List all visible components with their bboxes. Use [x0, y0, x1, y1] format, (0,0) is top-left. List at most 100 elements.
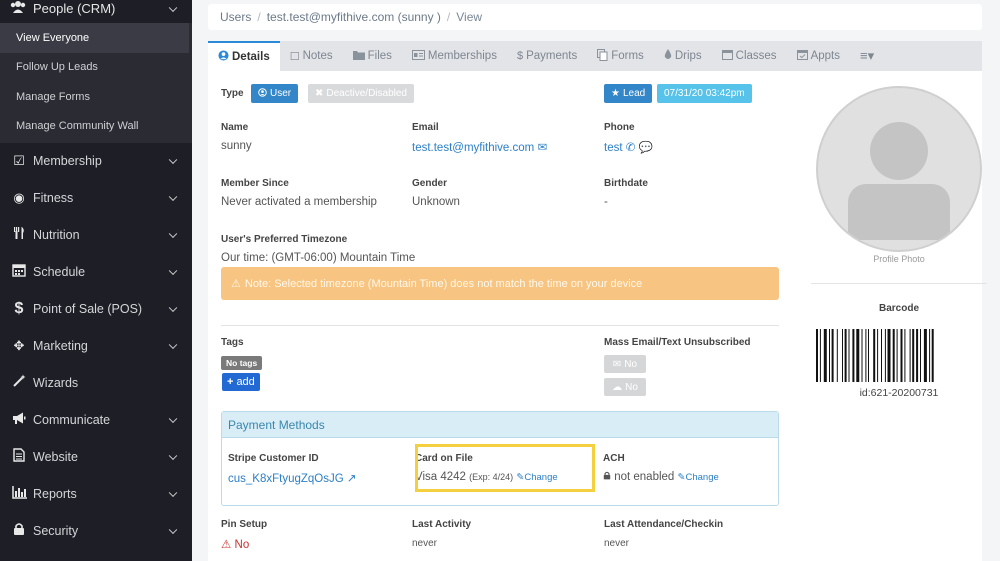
user-circle-icon: [258, 87, 267, 100]
chevron-down-icon: [168, 451, 178, 460]
megaphone-icon: [10, 411, 28, 428]
main-content: Users / test.test@myfithive.com (sunny )…: [192, 0, 1000, 561]
timezone-warning: ⚠ Note: Selected timezone (Mountain Time…: [221, 267, 779, 300]
add-tag-button[interactable]: + add: [222, 373, 260, 391]
tab-files[interactable]: Files: [343, 41, 402, 71]
people-icon: [10, 0, 28, 17]
ach-value: not enabled ✎Change: [603, 471, 719, 483]
sidebar-item-nutrition[interactable]: Nutrition: [0, 216, 192, 253]
close-icon: ✖: [315, 88, 324, 99]
sidebar-item-fitness[interactable]: ◉ Fitness: [0, 179, 192, 216]
name-label: Name: [221, 122, 249, 133]
tab-notes[interactable]: ☐ Notes: [280, 41, 343, 71]
breadcrumb-current: View: [456, 10, 483, 24]
sidebar-item-schedule[interactable]: Schedule: [0, 253, 192, 290]
sidebar-item-label: Schedule: [33, 264, 86, 279]
calendar-icon: [10, 263, 28, 280]
divider: [811, 283, 987, 284]
last-attendance-value: never: [604, 538, 630, 549]
arrows-icon: ✥: [13, 337, 25, 353]
avatar-head: [870, 122, 928, 180]
sidebar-item-label: Communicate: [33, 412, 111, 427]
sidebar-item-label: Nutrition: [33, 227, 80, 242]
note-icon: ☐: [289, 50, 300, 63]
sidebar-item-people-crm[interactable]: People (CRM): [0, 0, 192, 23]
calendar-check-icon: [796, 49, 808, 63]
breadcrumb-users[interactable]: Users: [220, 10, 251, 24]
external-link-icon: ↗: [346, 473, 357, 485]
chat-icon: 💬: [638, 142, 653, 154]
gender-value: Unknown: [412, 196, 460, 208]
sidebar-item-reports[interactable]: Reports: [0, 475, 192, 512]
sidebar-item-website[interactable]: Website: [0, 438, 192, 475]
last-activity-label: Last Activity: [412, 519, 472, 530]
sidebar-subitem-follow-up-leads[interactable]: Follow Up Leads: [0, 53, 192, 83]
deactivate-button[interactable]: ✖ Deactive/Disabled: [308, 84, 414, 103]
chat-icon: ☁: [612, 381, 623, 393]
tab-forms[interactable]: Forms: [587, 41, 654, 71]
dollar-icon: $: [516, 50, 524, 62]
user-type-button[interactable]: User: [251, 84, 299, 103]
menu-icon: ≡▾: [859, 48, 875, 63]
tab-details[interactable]: Details: [208, 41, 280, 71]
divider: [221, 325, 779, 326]
phone-icon: ✆: [625, 142, 636, 154]
type-label: Type: [221, 88, 244, 99]
tab-payments[interactable]: $ Payments: [507, 41, 587, 71]
chevron-down-icon: [168, 155, 178, 164]
breadcrumb-separator: /: [446, 10, 451, 24]
text-unsubscribe-button[interactable]: ☁ No: [604, 378, 646, 396]
tab-classes[interactable]: Classes: [712, 41, 787, 71]
sidebar-subitem-manage-community-wall[interactable]: Manage Community Wall: [0, 112, 192, 142]
stripe-id-label: Stripe Customer ID: [228, 453, 319, 464]
no-tags-badge: No tags: [221, 356, 263, 370]
tab-drips[interactable]: Drips: [654, 41, 712, 71]
user-circle-icon: [218, 50, 229, 64]
email-link[interactable]: test.test@myfithive.com ✉: [412, 140, 547, 154]
file-icon: [10, 448, 28, 465]
mass-unsubscribed-label: Mass Email/Text Unsubscribed: [604, 337, 751, 348]
member-since-label: Member Since: [221, 178, 289, 189]
chevron-down-icon: [168, 229, 178, 238]
sidebar-item-label: Marketing: [33, 338, 88, 353]
sidebar-item-point-of-sale[interactable]: $ Point of Sale (POS): [0, 290, 192, 327]
warning-icon: ⚠: [231, 278, 241, 290]
change-ach-link[interactable]: ✎Change: [678, 472, 719, 483]
card-highlight-box: [415, 444, 595, 492]
warning-icon: ⚠: [221, 539, 232, 551]
sidebar-subitem-manage-forms[interactable]: Manage Forms: [0, 82, 192, 112]
email-unsubscribe-button[interactable]: ✉ No: [604, 355, 646, 373]
chevron-down-icon: [168, 303, 178, 312]
plus-icon: +: [227, 376, 234, 388]
sidebar-item-marketing[interactable]: ✥ Marketing: [0, 327, 192, 364]
id-card-icon: [411, 49, 425, 63]
breadcrumb-user[interactable]: test.test@myfithive.com (sunny ): [267, 10, 441, 24]
sidebar-item-security[interactable]: Security: [0, 512, 192, 549]
tab-appts[interactable]: Appts: [787, 41, 850, 71]
sidebar-item-wizards[interactable]: Wizards: [0, 364, 192, 401]
profile-photo[interactable]: [816, 86, 982, 252]
sidebar-item-label: Fitness: [33, 190, 74, 205]
check-square-icon: ☑: [13, 152, 25, 168]
phone-link[interactable]: test ✆ 💬: [604, 140, 653, 154]
lead-button[interactable]: ★ Lead: [604, 84, 653, 103]
tab-memberships[interactable]: Memberships: [402, 41, 507, 71]
breadcrumb: Users / test.test@myfithive.com (sunny )…: [208, 4, 982, 30]
sidebar-item-membership[interactable]: ☑ Membership: [0, 142, 192, 179]
tab-more[interactable]: ≡▾: [850, 41, 887, 71]
payment-methods-title: Payment Methods: [222, 412, 778, 438]
calendar-icon: [721, 49, 733, 63]
tab-bar: Details ☐ Notes Files Memberships $ Paym…: [208, 41, 982, 71]
copy-icon: [597, 48, 608, 64]
sidebar-item-communicate[interactable]: Communicate: [0, 401, 192, 438]
chevron-down-icon: [168, 3, 178, 12]
chevron-down-icon: [168, 340, 178, 349]
chevron-down-icon: [168, 525, 178, 534]
sidebar-subitem-view-everyone[interactable]: View Everyone: [0, 23, 189, 53]
stripe-id-link[interactable]: cus_K8xFtyugZqOsJG ↗: [228, 471, 357, 485]
sidebar-submenu: View Everyone Follow Up Leads Manage For…: [0, 23, 192, 143]
sidebar-item-label: People (CRM): [33, 1, 116, 16]
pin-setup-label: Pin Setup: [221, 519, 268, 530]
sidebar-item-label: Wizards: [33, 375, 79, 390]
sidebar-item-label: Security: [33, 523, 79, 538]
